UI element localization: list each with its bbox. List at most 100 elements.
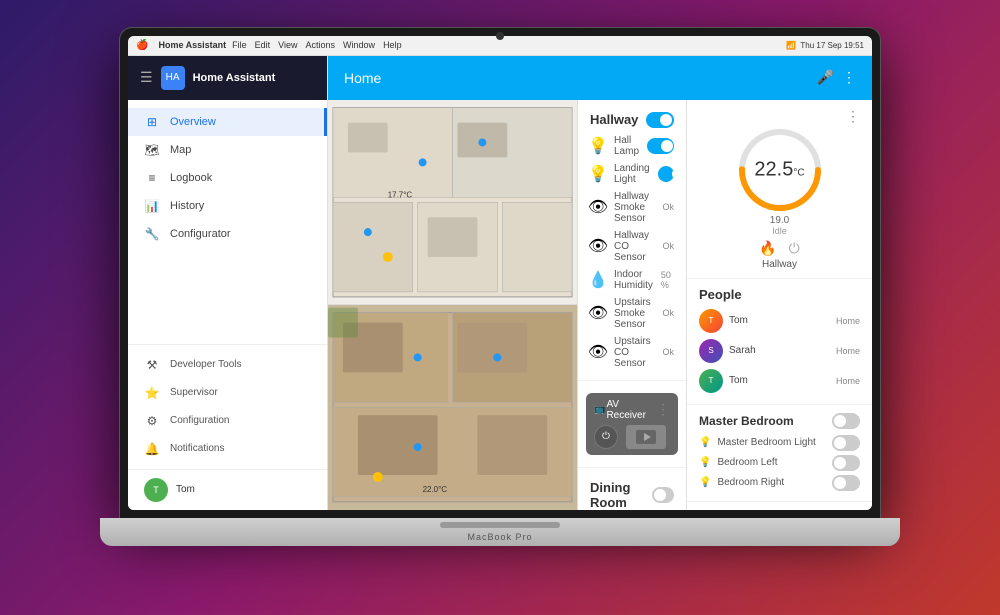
device-status: Ok: [662, 308, 674, 318]
master-bedroom-title: Master Bedroom: [699, 414, 794, 428]
history-label: History: [170, 200, 204, 212]
sidebar-item-supervisor[interactable]: ⭐ Supervisor: [128, 379, 327, 407]
av-card-header: 📺 AV Receiver ⋮: [594, 399, 670, 421]
person-name: Tom: [729, 315, 830, 326]
sidebar-item-map[interactable]: 🗺 Map: [128, 136, 327, 164]
ha-logo: HA: [161, 66, 185, 90]
temp-unit: °C: [793, 167, 804, 178]
sidebar-item-configurator[interactable]: 🔧 Configurator: [128, 220, 327, 248]
bedroom-left-toggle[interactable]: [832, 455, 860, 471]
dining-room-section: Dining Room 💡 Dining Ceiling: [578, 468, 686, 510]
mb-device-name: Bedroom Right: [717, 477, 826, 488]
mb-lamp-icon: 💡: [699, 437, 711, 448]
device-status: Ok: [662, 202, 674, 212]
menu-window[interactable]: Window: [343, 40, 375, 50]
mic-icon[interactable]: 🎤: [817, 69, 834, 86]
hamburger-icon[interactable]: ☰: [140, 69, 153, 86]
logbook-label: Logbook: [170, 172, 212, 184]
dining-room-title-row: Dining Room: [578, 476, 686, 510]
hallway-section: Hallway 💡 Hall Lamp 💡: [578, 100, 686, 381]
sidebar-bottom: ⚒ Developer Tools ⭐ Supervisor ⚙ Configu…: [128, 344, 327, 469]
content-header: Home 🎤 ⋮: [328, 56, 872, 100]
notifications-label: Notifications: [170, 443, 224, 454]
thermostat-card: ⋮ 22.5°C: [687, 100, 872, 279]
menu-file[interactable]: File: [232, 40, 247, 50]
person-status: Home: [836, 376, 860, 386]
av-name: AV Receiver: [606, 399, 656, 421]
thermostat-more-icon[interactable]: ⋮: [846, 108, 860, 125]
device-status: Ok: [662, 347, 674, 357]
device-row: 💧 Indoor Humidity 50 %: [578, 266, 686, 294]
bedroom-right-toggle[interactable]: [832, 475, 860, 491]
menu-view[interactable]: View: [278, 40, 297, 50]
app-menu-name[interactable]: Home Assistant: [158, 40, 226, 50]
device-name: Upstairs Smoke Sensor: [614, 297, 654, 330]
sidebar-item-devtools[interactable]: ⚒ Developer Tools: [128, 351, 327, 379]
devtools-icon: ⚒: [144, 357, 160, 373]
person-status: Home: [836, 316, 860, 326]
right-panel: ⋮ 22.5°C: [687, 100, 872, 510]
av-power-button[interactable]: ⏻: [594, 425, 618, 449]
wifi-icon: 📶: [786, 41, 796, 50]
device-row: 👁 Hallway CO Sensor Ok: [578, 227, 686, 266]
sidebar-item-configuration[interactable]: ⚙ Configuration: [128, 407, 327, 435]
device-row: 👁 Upstairs Smoke Sensor Ok: [578, 294, 686, 333]
sidebar-item-logbook[interactable]: ≡ Logbook: [128, 164, 327, 192]
temp-value: 22.5: [754, 158, 793, 180]
laptop-shell: 🍎 Home Assistant File Edit View Actions …: [90, 28, 910, 588]
master-bedroom-light-toggle[interactable]: [832, 435, 860, 451]
menu-actions[interactable]: Actions: [306, 40, 336, 50]
logbook-icon: ≡: [144, 170, 160, 186]
people-title: People: [699, 287, 860, 302]
av-media-display: [626, 425, 666, 449]
person-status: Home: [836, 346, 860, 356]
mb-lamp-icon: 💡: [699, 457, 711, 468]
lamp-icon: 💡: [590, 138, 606, 154]
device-row: 💡 Landing Light: [578, 160, 686, 188]
sidebar-item-overview[interactable]: ⊞ Overview: [128, 108, 327, 136]
hallway-toggle[interactable]: [646, 112, 674, 128]
dining-room-toggle[interactable]: [652, 487, 674, 503]
sidebar: ☰ HA Home Assistant ⊞ Overview 🗺 Map: [128, 56, 328, 510]
thermostat-setpoint: 19.0: [699, 215, 860, 226]
menu-edit[interactable]: Edit: [255, 40, 271, 50]
thermostat-name: Hallway: [699, 259, 860, 270]
more-options-icon[interactable]: ⋮: [842, 69, 856, 86]
mb-device-name: Master Bedroom Light: [717, 437, 826, 448]
power-icon[interactable]: ⏻: [789, 240, 800, 257]
sensor-icon: 👁: [590, 344, 606, 360]
menubar: 🍎 Home Assistant File Edit View Actions …: [128, 36, 872, 56]
hall-lamp-toggle[interactable]: [647, 138, 674, 154]
lamp-icon: 💡: [590, 166, 606, 182]
sidebar-item-history[interactable]: 📊 History: [128, 192, 327, 220]
thermostat-controls: 🔥 ⏻: [699, 240, 860, 257]
configuration-label: Configuration: [170, 415, 229, 426]
device-status: Ok: [662, 241, 674, 251]
header-icons: 🎤 ⋮: [817, 69, 856, 86]
content-body: 17.7°C: [328, 100, 872, 510]
map-icon: 🗺: [144, 142, 160, 158]
overview-label: Overview: [170, 116, 216, 128]
sidebar-item-notifications[interactable]: 🔔 Notifications: [128, 435, 327, 463]
master-bedroom-toggle[interactable]: [832, 413, 860, 429]
sidebar-user[interactable]: T Tom: [128, 469, 327, 510]
device-row: 👁 Hallway Smoke Sensor Ok: [578, 188, 686, 227]
screen-inner: 🍎 Home Assistant File Edit View Actions …: [128, 36, 872, 510]
device-row: 👁 Upstairs CO Sensor Ok: [578, 333, 686, 372]
apple-menu[interactable]: 🍎: [136, 40, 148, 51]
landing-light-toggle[interactable]: [658, 166, 674, 182]
device-status: 50 %: [661, 270, 674, 290]
device-name: Upstairs CO Sensor: [614, 336, 654, 369]
person-avatar: T: [699, 309, 723, 333]
notifications-icon: 🔔: [144, 441, 160, 457]
dining-room-title: Dining Room: [590, 480, 652, 510]
sensor-icon: 👁: [590, 199, 606, 215]
devtools-label: Developer Tools: [170, 359, 242, 370]
history-icon: 📊: [144, 198, 160, 214]
av-more-icon[interactable]: ⋮: [656, 401, 670, 418]
person-row: S Sarah Home: [699, 336, 860, 366]
configurator-label: Configurator: [170, 228, 231, 240]
sidebar-header: ☰ HA Home Assistant: [128, 56, 327, 100]
menu-help[interactable]: Help: [383, 40, 402, 50]
device-name: Hallway CO Sensor: [614, 230, 654, 263]
